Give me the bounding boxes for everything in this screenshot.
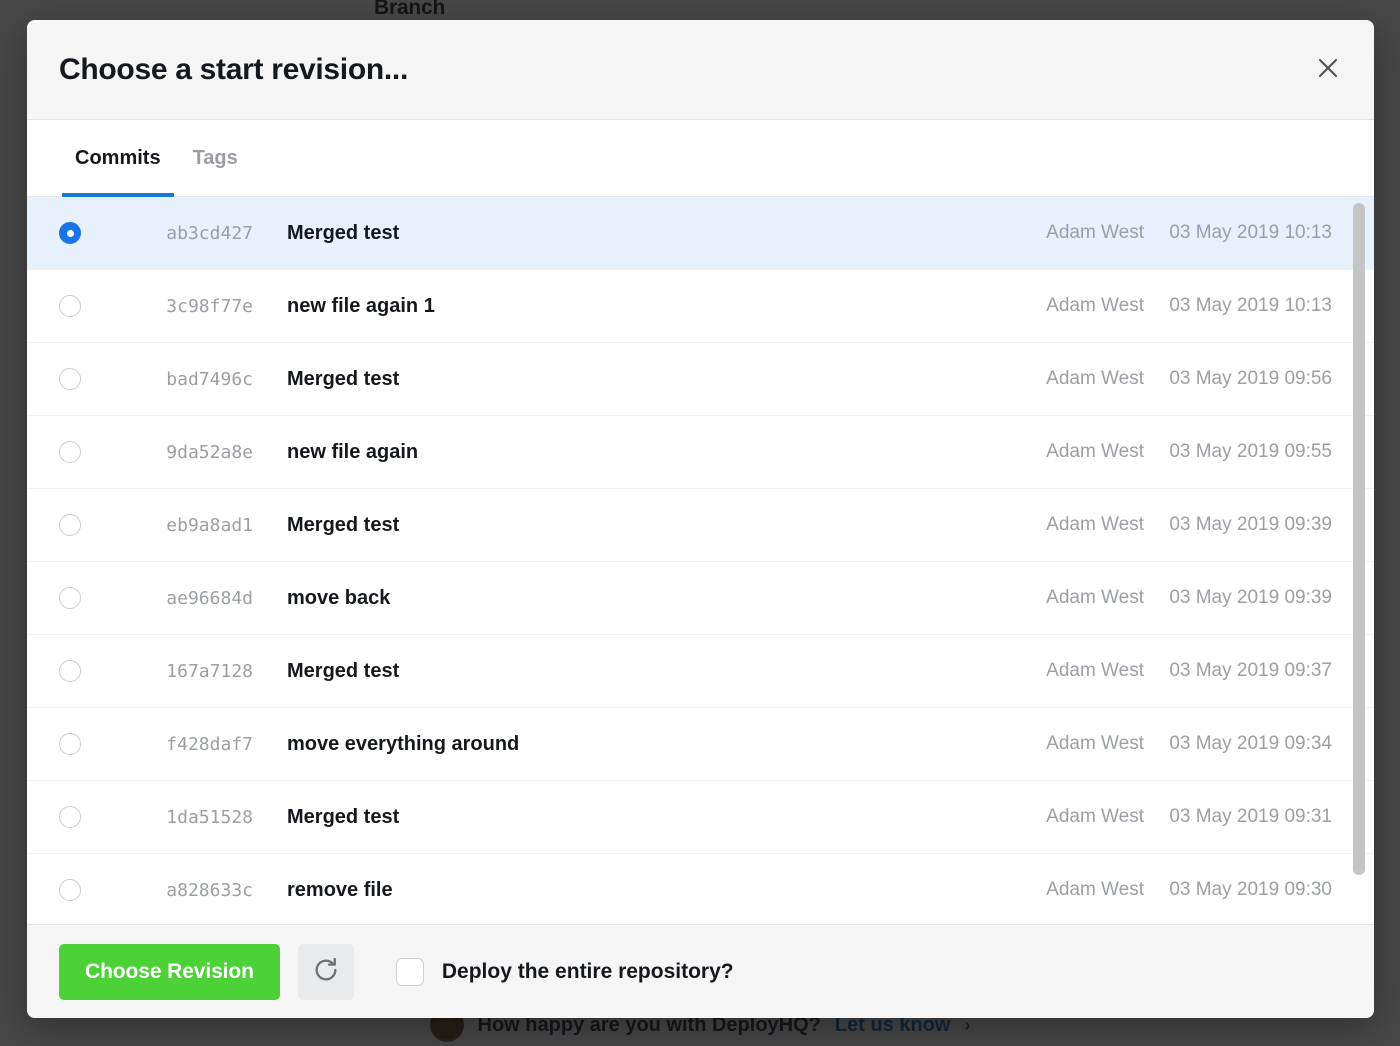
revision-radio-cell[interactable]	[59, 514, 125, 536]
commit-hash: 167a7128	[166, 660, 253, 682]
commit-author: Adam West	[1046, 295, 1144, 316]
table-row[interactable]: 167a7128 Merged test Adam West 03 May 2019 …	[27, 635, 1374, 708]
refresh-button[interactable]	[297, 943, 354, 1000]
commit-author: Adam West	[1046, 660, 1144, 681]
commit-date: 03 May 2019 09:39	[1169, 587, 1332, 608]
commit-author: Adam West	[1046, 222, 1144, 243]
revision-radio[interactable]	[59, 441, 81, 463]
commit-hash: a828633c	[166, 879, 253, 901]
commit-message: Merged test	[287, 805, 400, 828]
close-icon	[1317, 57, 1339, 82]
commit-date: 03 May 2019 09:30	[1169, 879, 1332, 900]
revision-radio-cell[interactable]	[59, 806, 125, 828]
revision-radio-cell[interactable]	[59, 441, 125, 463]
revision-radio-cell[interactable]	[59, 587, 125, 609]
commit-date: 03 May 2019 09:55	[1169, 441, 1332, 462]
commit-date: 03 May 2019 09:31	[1169, 806, 1332, 827]
commit-message: Merged test	[287, 221, 400, 244]
modal-header: Choose a start revision...	[27, 20, 1374, 120]
commit-message: move back	[287, 586, 391, 609]
commit-date: 03 May 2019 10:13	[1169, 295, 1332, 316]
commit-hash: f428daf7	[166, 733, 253, 755]
revision-radio-cell[interactable]	[59, 733, 125, 755]
commit-list: ab3cd427 Merged test Adam West 03 May 2019 …	[27, 197, 1374, 924]
revision-radio[interactable]	[59, 733, 81, 755]
commit-hash: 9da52a8e	[166, 441, 253, 463]
table-row[interactable]: 1da51528 Merged test Adam West 03 May 2019 …	[27, 781, 1374, 854]
revision-radio-cell[interactable]	[59, 222, 125, 244]
commit-hash: eb9a8ad1	[166, 514, 253, 536]
revision-radio-cell[interactable]	[59, 368, 125, 390]
commit-message: new file again	[287, 440, 419, 463]
choose-revision-modal: Choose a start revision... Commits Tags …	[27, 20, 1374, 1018]
commit-message: Merged test	[287, 659, 400, 682]
commit-date: 03 May 2019 09:37	[1169, 660, 1332, 681]
commit-author: Adam West	[1046, 806, 1144, 827]
commit-hash: bad7496c	[166, 368, 253, 390]
commit-author: Adam West	[1046, 587, 1144, 608]
revision-radio[interactable]	[59, 879, 81, 901]
tab-commits[interactable]: Commits	[59, 120, 177, 197]
commit-message: Merged test	[287, 513, 400, 536]
commit-author: Adam West	[1046, 879, 1144, 900]
commit-message: move everything around	[287, 732, 520, 755]
revision-radio[interactable]	[59, 587, 81, 609]
page-title: Choose a start revision...	[59, 52, 408, 86]
commit-date: 03 May 2019 09:39	[1169, 514, 1332, 535]
commit-author: Adam West	[1046, 733, 1144, 754]
commit-message: new file again 1	[287, 294, 435, 317]
table-row[interactable]: eb9a8ad1 Merged test Adam West 03 May 2019 …	[27, 489, 1374, 562]
deploy-entire-repository-label: Deploy the entire repository?	[441, 959, 734, 983]
list-scrollbar[interactable]	[1353, 201, 1365, 920]
table-row[interactable]: a828633c remove file Adam West 03 May 2019 …	[27, 854, 1374, 924]
deploy-entire-repository-field[interactable]: Deploy the entire repository?	[395, 957, 734, 986]
revision-radio-cell[interactable]	[59, 879, 125, 901]
modal-footer: Choose Revision Deploy the entire reposi…	[27, 924, 1374, 1018]
choose-revision-button[interactable]: Choose Revision	[59, 943, 280, 1000]
table-row[interactable]: f428daf7 move everything around Adam West 0…	[27, 708, 1374, 781]
commit-message: remove file	[287, 878, 393, 901]
commit-date: 03 May 2019 09:56	[1169, 368, 1332, 389]
commit-author: Adam West	[1046, 368, 1144, 389]
commit-date: 03 May 2019 09:34	[1169, 733, 1332, 754]
table-row[interactable]: ab3cd427 Merged test Adam West 03 May 2019 …	[27, 197, 1374, 270]
commit-author: Adam West	[1046, 514, 1144, 535]
commit-hash: ab3cd427	[166, 222, 253, 244]
list-scrollbar-thumb[interactable]	[1353, 203, 1365, 875]
revision-radio[interactable]	[59, 514, 81, 536]
revision-radio-cell[interactable]	[59, 660, 125, 682]
tab-tags-label: Tags	[192, 146, 238, 169]
revision-radio[interactable]	[59, 295, 81, 317]
close-button[interactable]	[1306, 48, 1350, 92]
revision-radio[interactable]	[59, 222, 81, 244]
revision-radio[interactable]	[59, 660, 81, 682]
tab-tags[interactable]: Tags	[177, 120, 254, 196]
table-row[interactable]: 3c98f77e new file again 1 Adam West 03 May …	[27, 270, 1374, 343]
revision-radio-cell[interactable]	[59, 295, 125, 317]
commit-list-container: ab3cd427 Merged test Adam West 03 May 2019 …	[27, 197, 1374, 924]
commit-hash: 3c98f77e	[166, 295, 253, 317]
commit-author: Adam West	[1046, 441, 1144, 462]
revision-radio[interactable]	[59, 806, 81, 828]
commit-date: 03 May 2019 10:13	[1169, 222, 1332, 243]
table-row[interactable]: bad7496c Merged test Adam West 03 May 2019 …	[27, 343, 1374, 416]
commit-hash: ae96684d	[166, 587, 253, 609]
table-row[interactable]: ae96684d move back Adam West 03 May 2019 09…	[27, 562, 1374, 635]
refresh-icon	[312, 956, 340, 987]
tab-commits-label: Commits	[75, 146, 161, 169]
commit-message: Merged test	[287, 367, 400, 390]
table-row[interactable]: 9da52a8e new file again Adam West 03 May 20…	[27, 416, 1374, 489]
revision-radio[interactable]	[59, 368, 81, 390]
commit-hash: 1da51528	[166, 806, 253, 828]
tab-bar: Commits Tags	[27, 120, 1374, 197]
deploy-entire-repository-checkbox[interactable]	[395, 957, 424, 986]
